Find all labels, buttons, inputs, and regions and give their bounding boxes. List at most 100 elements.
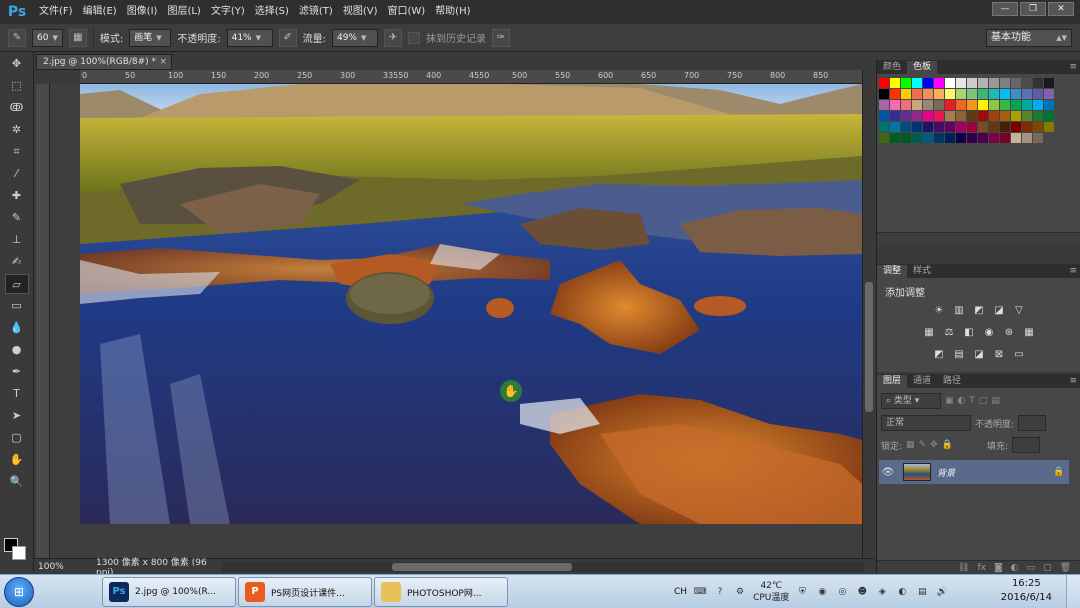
history-brush-tool-icon[interactable]: ✍ [5,252,29,272]
color-swatch[interactable] [978,78,988,88]
color-swatch[interactable] [934,133,944,143]
app-tray-icon[interactable]: ◈ [875,585,889,599]
threshold-icon[interactable]: ◪ [972,348,987,361]
color-swatch[interactable] [901,111,911,121]
vibrance-icon[interactable]: ▽ [1012,304,1027,317]
color-swatch[interactable] [1033,100,1043,110]
canvas-area[interactable]: ✋ [50,84,862,558]
color-swatch[interactable] [923,111,933,121]
color-swatch[interactable] [989,78,999,88]
color-swatch[interactable] [912,111,922,121]
color-swatch[interactable] [1022,100,1032,110]
color-swatch[interactable] [912,78,922,88]
cpu-temperature[interactable]: 42℃ CPU温度 [753,580,789,604]
color-swatch[interactable] [901,133,911,143]
keyboard-icon[interactable]: ⌨ [693,585,707,599]
horizontal-scrollbar-thumb[interactable] [392,562,572,571]
color-swatch[interactable] [978,133,988,143]
color-swatch[interactable] [1011,78,1021,88]
color-swatch[interactable] [879,78,889,88]
color-swatch[interactable] [978,122,988,132]
brush-size-picker[interactable]: 60 ▼ [32,28,63,47]
curves-icon[interactable]: ◩ [972,304,987,317]
color-swatch[interactable] [934,111,944,121]
background-color-swatch[interactable] [12,546,26,560]
color-swatch[interactable] [989,100,999,110]
filter-pixel-icon[interactable]: ▣ [945,396,954,406]
add-mask-icon[interactable]: ◙ [994,563,1003,573]
layer-opacity-input[interactable] [1018,415,1047,431]
eraser-tool-preset-icon[interactable]: ✎ [8,28,26,47]
pressure-size-icon[interactable]: ✑ [491,28,510,47]
path-selection-tool-icon[interactable]: ➤ [5,406,29,426]
clock[interactable]: 16:25 2016/6/14 [1001,577,1052,605]
shield-icon[interactable]: ⛨ [795,585,809,599]
menu-filter[interactable]: 滤镜(T) [294,0,338,24]
color-swatch[interactable] [923,89,933,99]
network-icon[interactable]: ▤ [915,585,929,599]
channel-mixer-icon[interactable]: ⊛ [1002,326,1017,339]
magic-wand-tool-icon[interactable]: ✲ [5,120,29,140]
selective-color-icon[interactable]: ⊠ [992,348,1007,361]
invert-icon[interactable]: ◩ [932,348,947,361]
color-swatch[interactable] [1044,78,1054,88]
menu-image[interactable]: 图像(I) [122,0,163,24]
color-swatch[interactable] [890,133,900,143]
color-swatch[interactable] [890,122,900,132]
airbrush-icon[interactable]: ✈ [383,28,402,47]
color-swatch[interactable] [1044,89,1054,99]
hand-tool-icon[interactable]: ✋ [5,450,29,470]
close-icon[interactable]: ✕ [1048,2,1074,16]
restore-icon[interactable]: ❐ [1020,2,1046,16]
color-swatch[interactable] [1011,122,1021,132]
color-swatch[interactable] [1022,78,1032,88]
color-swatch[interactable] [934,78,944,88]
color-swatch[interactable] [1044,100,1054,110]
menu-view[interactable]: 视图(V) [338,0,383,24]
menu-edit[interactable]: 编辑(E) [78,0,122,24]
menu-select[interactable]: 选择(S) [250,0,294,24]
help-icon[interactable]: ? [713,585,727,599]
workspace-select[interactable]: 基本功能 ▲▼ [986,29,1072,47]
app-tray-icon[interactable]: ◉ [815,585,829,599]
color-swatch[interactable] [956,122,966,132]
color-swatch[interactable] [967,122,977,132]
color-swatch[interactable] [956,100,966,110]
color-swatch[interactable] [945,89,955,99]
app-tray-icon[interactable]: ◎ [835,585,849,599]
color-swatch[interactable] [912,89,922,99]
blend-mode-select[interactable]: 正常 [881,415,971,431]
panel-menu-icon[interactable]: ≡ [1069,60,1077,74]
volume-icon[interactable]: 🔊 [935,585,949,599]
color-swatch[interactable] [956,89,966,99]
brush-tool-icon[interactable]: ✎ [5,208,29,228]
color-swatch[interactable] [945,100,955,110]
menu-file[interactable]: 文件(F) [34,0,78,24]
layer-fill-input[interactable] [1011,437,1040,453]
clone-stamp-tool-icon[interactable]: ⊥ [5,230,29,250]
qq-icon[interactable]: ☻ [855,585,869,599]
marquee-tool-icon[interactable]: ⬚ [5,76,29,96]
color-swatch[interactable] [978,100,988,110]
horizontal-scrollbar[interactable] [222,561,864,572]
brush-panel-icon[interactable]: ▦ [68,28,87,47]
color-swatch[interactable] [890,78,900,88]
document-tab[interactable]: 2.jpg @ 100%(RGB/8#) * × [36,54,172,70]
filter-adjustment-icon[interactable]: ◐ [958,396,966,406]
color-swatch[interactable] [1033,111,1043,121]
opacity-input[interactable]: 41% ▼ [226,28,273,47]
minimize-icon[interactable]: — [992,2,1018,16]
color-swatch[interactable] [890,100,900,110]
color-swatch[interactable] [1022,133,1032,143]
color-swatch[interactable] [967,111,977,121]
healing-brush-tool-icon[interactable]: ✚ [5,186,29,206]
color-swatch[interactable] [1044,111,1054,121]
zoom-tool-icon[interactable]: 🔍 [5,472,29,492]
color-swatch[interactable] [945,122,955,132]
levels-icon[interactable]: ▥ [952,304,967,317]
color-swatch[interactable] [956,78,966,88]
menu-layer[interactable]: 图层(L) [162,0,205,24]
color-swatch[interactable] [934,100,944,110]
lock-move-icon[interactable]: ✥ [930,440,938,450]
color-swatch[interactable] [1033,133,1043,143]
